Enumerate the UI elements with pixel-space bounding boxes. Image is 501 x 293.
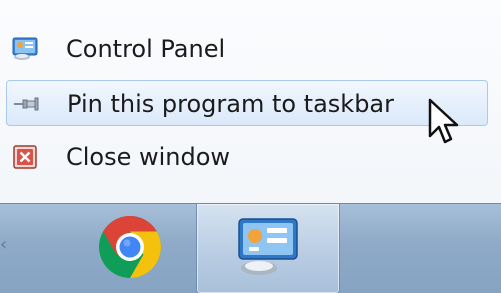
pin-icon: [13, 94, 39, 118]
jump-list-item-close-window[interactable]: Close window: [6, 134, 488, 180]
jump-list-item-label: Close window: [66, 143, 231, 171]
jump-list-item-label: Pin this program to taskbar: [67, 90, 394, 118]
control-panel-icon: [12, 37, 38, 61]
mouse-pointer-icon: [426, 96, 462, 148]
taskbar-edge-arrow-icon: ‹: [0, 234, 8, 255]
taskbar-button-chrome[interactable]: [70, 204, 190, 293]
screenshot-root: Control Panel Pin this program to taskba…: [0, 0, 501, 293]
jump-list-item-control-panel[interactable]: Control Panel: [6, 26, 488, 72]
jump-list: Control Panel Pin this program to taskba…: [0, 0, 501, 203]
jump-list-item-pin-to-taskbar[interactable]: Pin this program to taskbar: [6, 80, 488, 126]
taskbar: ‹: [0, 203, 501, 293]
taskbar-button-control-panel[interactable]: [196, 204, 340, 293]
close-window-icon: [12, 145, 38, 169]
control-panel-icon: [235, 216, 301, 282]
jump-list-item-label: Control Panel: [66, 35, 226, 63]
chrome-icon: [96, 213, 164, 285]
